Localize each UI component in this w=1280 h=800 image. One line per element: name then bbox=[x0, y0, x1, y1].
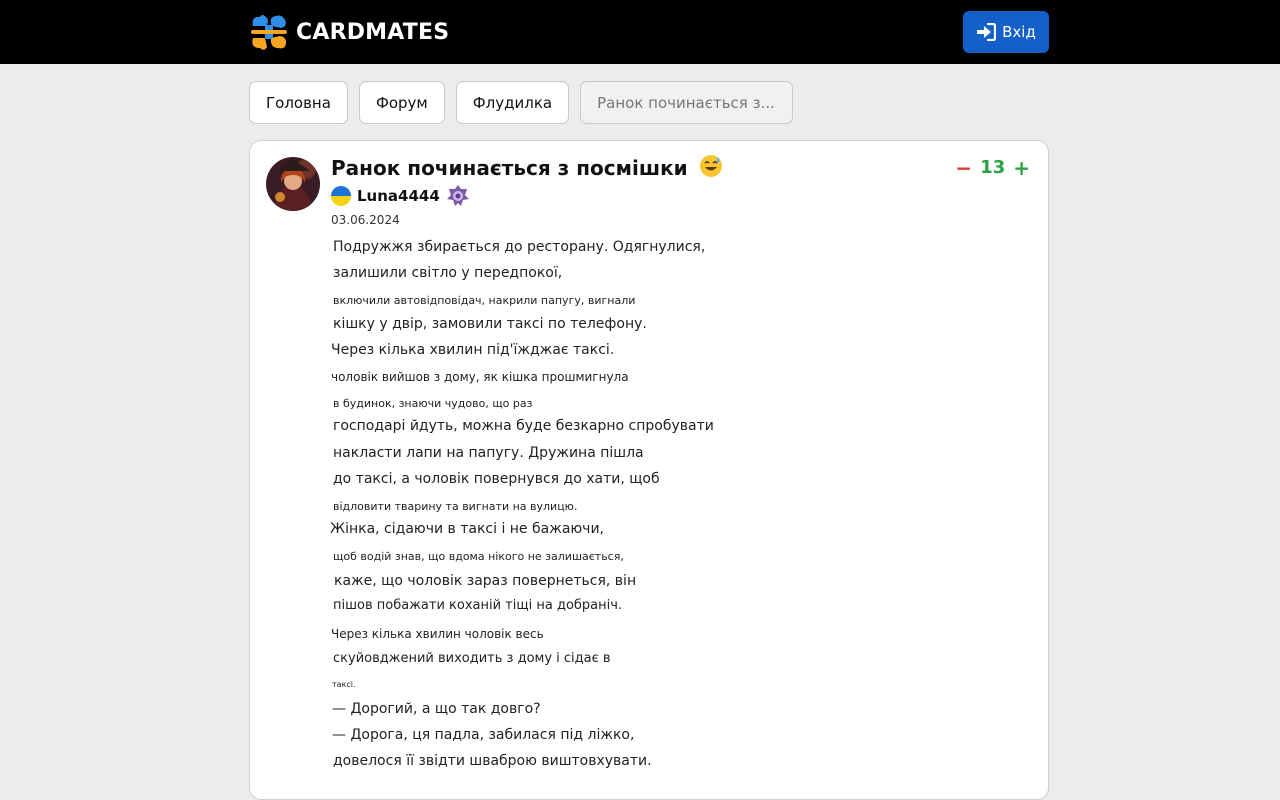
image-text-line: кішку у двір, замовили таксі по телефону… bbox=[333, 316, 647, 332]
grinning-sweat-emoji bbox=[699, 155, 722, 177]
avatar[interactable] bbox=[266, 157, 320, 211]
image-text-line: Жінка, сідаючи в таксі і не бажаючи, bbox=[330, 521, 605, 537]
image-text-line: господарі йдуть, можна буде безкарно спр… bbox=[333, 418, 714, 434]
brand-logo[interactable]: CARDMATES bbox=[248, 10, 449, 54]
image-text-line: каже, що чоловік зараз повернеться, він bbox=[334, 573, 637, 589]
image-text-line: пішов побажати коханій тіщі на добраніч. bbox=[333, 598, 623, 613]
vote-score: 13 bbox=[980, 157, 1006, 178]
image-text-line: — Дорога, ця падла, забилася під ліжко, bbox=[332, 727, 635, 743]
image-text-line: скуйовджений виходить з дому і сідає в bbox=[333, 651, 611, 666]
image-text-line: до таксі, а чоловік повернувся до хати, … bbox=[333, 471, 660, 487]
breadcrumb: Головна Форум Флудилка Ранок починається… bbox=[249, 81, 794, 124]
image-text-line: таксі. bbox=[332, 680, 356, 689]
cardmates-logo-icon bbox=[251, 15, 287, 50]
post-card: Ранок починається з посмішки Luna4444 03… bbox=[249, 140, 1049, 800]
rank-badge-icon bbox=[446, 185, 469, 206]
vote-controls: − 13 + bbox=[955, 157, 1030, 178]
sign-in-icon bbox=[977, 23, 997, 41]
image-text-line: накласти лапи на папугу. Дружина пішла bbox=[333, 445, 644, 461]
author-name[interactable]: Luna4444 bbox=[357, 187, 440, 205]
author-info: Luna4444 bbox=[331, 183, 470, 209]
top-navigation-bar: CARDMATES Вхід bbox=[0, 0, 1280, 64]
image-text-line: відловити тварину та вигнати на вулицю. bbox=[333, 500, 578, 513]
image-text-line: довелося її звідти шваброю виштовхувати. bbox=[333, 753, 652, 769]
image-text-line: чоловік вийшов з дому, як кішка прошмигн… bbox=[331, 370, 629, 384]
image-text-line: Через кілька хвилин чоловік весь bbox=[331, 627, 544, 641]
image-text-line: залишили світло у передпокої, bbox=[333, 265, 563, 281]
post-image: Подружжя збирається до ресторану. Одягну… bbox=[330, 236, 750, 799]
breadcrumb-home[interactable]: Головна bbox=[249, 81, 348, 124]
image-text-line: — Дорогий, а що так довго? bbox=[332, 701, 541, 717]
vote-up-button[interactable]: + bbox=[1013, 158, 1030, 178]
login-label: Вхід bbox=[1002, 23, 1036, 41]
ukraine-flag-icon bbox=[331, 186, 351, 206]
vote-down-button[interactable]: − bbox=[955, 158, 972, 178]
post-title: Ранок починається з посмішки bbox=[331, 154, 723, 180]
post-date: 03.06.2024 bbox=[331, 213, 400, 227]
image-text-line: Через кілька хвилин під'їжджає таксі. bbox=[331, 342, 615, 358]
breadcrumb-current-topic: Ранок починається з... bbox=[580, 81, 794, 124]
image-text-line: Подружжя збирається до ресторану. Одягну… bbox=[333, 239, 706, 255]
image-text-line: включили автовідповідач, накрили папугу,… bbox=[333, 294, 636, 307]
brand-name: CARDMATES bbox=[296, 19, 450, 45]
image-text-line: щоб водій знав, що вдома нікого не залиш… bbox=[333, 550, 624, 563]
breadcrumb-flood[interactable]: Флудилка bbox=[455, 81, 570, 124]
author-avatar-image bbox=[266, 157, 320, 211]
breadcrumb-forum[interactable]: Форум bbox=[358, 81, 445, 124]
post-title-text: Ранок починається з посмішки bbox=[331, 156, 688, 180]
login-button[interactable]: Вхід bbox=[963, 11, 1049, 53]
image-text-line: в будинок, знаючи чудово, що раз bbox=[333, 397, 533, 410]
